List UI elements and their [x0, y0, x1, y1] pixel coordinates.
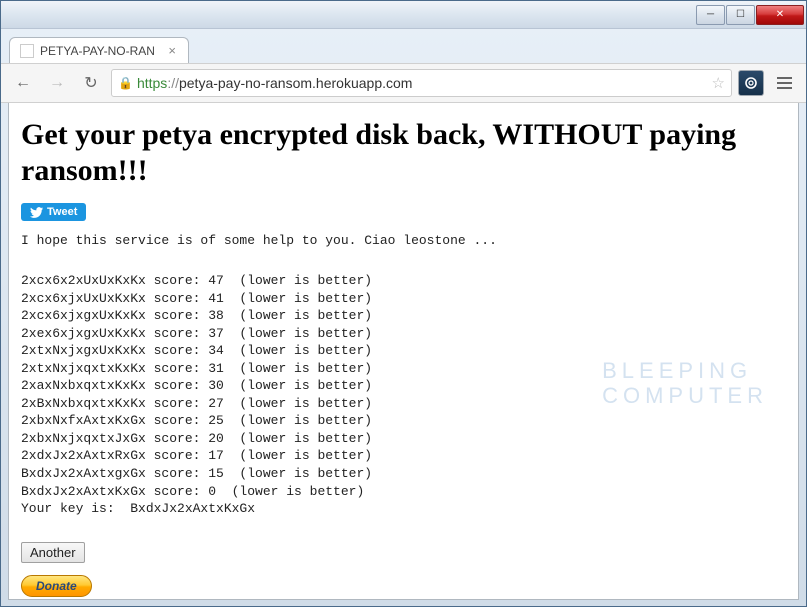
hamburger-bar-icon — [777, 87, 792, 89]
tab-title: PETYA-PAY-NO-RAN — [40, 44, 160, 58]
url-text: https://petya-pay-no-ransom.herokuapp.co… — [137, 75, 413, 91]
address-bar[interactable]: 🔒 https://petya-pay-no-ransom.herokuapp.… — [111, 69, 732, 97]
another-button[interactable]: Another — [21, 542, 85, 563]
results-output: 2xcx6x2xUxUxKxKx score: 47 (lower is bet… — [21, 272, 786, 518]
hamburger-bar-icon — [777, 77, 792, 79]
tab-close-icon[interactable]: × — [166, 43, 178, 58]
twitter-bird-icon — [30, 207, 43, 218]
reload-button[interactable]: ↻ — [77, 69, 105, 97]
tab-strip: PETYA-PAY-NO-RAN × — [1, 29, 806, 63]
lock-icon: 🔒 — [118, 76, 133, 90]
tweet-button[interactable]: Tweet — [21, 203, 86, 221]
back-button[interactable]: ← — [9, 69, 37, 97]
browser-toolbar: ← → ↻ 🔒 https://petya-pay-no-ransom.hero… — [1, 63, 806, 103]
browser-window: ─ ☐ ✕ PETYA-PAY-NO-RAN × ← → ↻ 🔒 https:/… — [0, 0, 807, 607]
extension-button[interactable] — [738, 70, 764, 96]
minimize-button[interactable]: ─ — [696, 5, 725, 25]
donate-button[interactable]: Donate — [21, 575, 92, 597]
hamburger-bar-icon — [777, 82, 792, 84]
page-favicon-icon — [20, 44, 34, 58]
bookmark-star-icon[interactable]: ☆ — [712, 74, 725, 92]
browser-tab[interactable]: PETYA-PAY-NO-RAN × — [9, 37, 189, 63]
forward-button[interactable]: → — [43, 69, 71, 97]
maximize-button[interactable]: ☐ — [726, 5, 755, 25]
page-title: Get your petya encrypted disk back, WITH… — [21, 117, 786, 189]
tweet-label: Tweet — [47, 206, 77, 218]
close-window-button[interactable]: ✕ — [756, 5, 804, 25]
page-content: Get your petya encrypted disk back, WITH… — [8, 103, 799, 600]
extension-swirl-icon — [744, 76, 758, 90]
hamburger-menu-button[interactable] — [770, 69, 798, 97]
intro-text: I hope this service is of some help to y… — [21, 233, 786, 248]
window-titlebar: ─ ☐ ✕ — [1, 1, 806, 29]
